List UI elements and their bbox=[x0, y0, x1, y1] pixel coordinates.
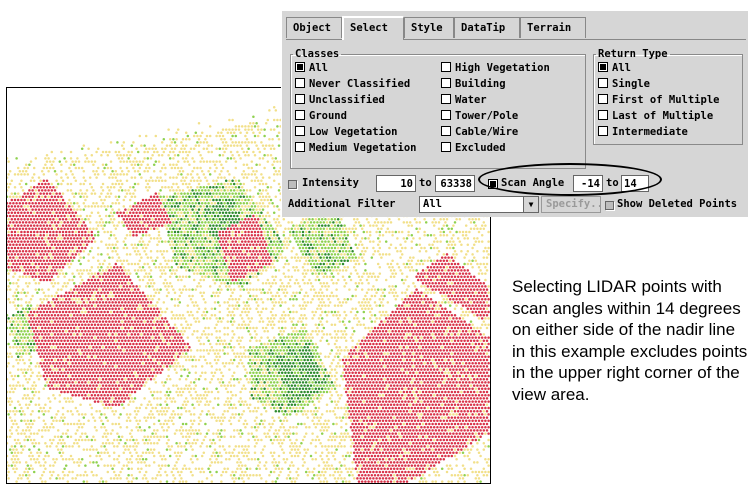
return-last-of-multiple-checkbox[interactable]: Last of Multiple bbox=[598, 110, 713, 123]
specify-button[interactable]: Specify... bbox=[541, 196, 601, 213]
checkbox-box[interactable] bbox=[598, 62, 608, 72]
class-excluded-checkbox[interactable]: Excluded bbox=[441, 142, 506, 155]
return-type-legend: Return Type bbox=[596, 48, 670, 60]
checkbox-label: Building bbox=[455, 78, 506, 90]
checkbox-box[interactable] bbox=[441, 110, 451, 120]
class-ground-checkbox[interactable]: Ground bbox=[295, 110, 347, 123]
checkbox-box[interactable] bbox=[295, 78, 305, 88]
checkbox-label: Cable/Wire bbox=[455, 126, 518, 138]
return-intermediate-checkbox[interactable]: Intermediate bbox=[598, 126, 688, 139]
class-unclassified-checkbox[interactable]: Unclassified bbox=[295, 94, 385, 107]
class-water-checkbox[interactable]: Water bbox=[441, 94, 487, 107]
intensity-toggle[interactable] bbox=[288, 180, 297, 189]
checkbox-label: Tower/Pole bbox=[455, 110, 518, 122]
checkbox-label: First of Multiple bbox=[612, 94, 719, 106]
return-single-checkbox[interactable]: Single bbox=[598, 78, 650, 91]
checkbox-label: Single bbox=[612, 78, 650, 90]
return-first-of-multiple-checkbox[interactable]: First of Multiple bbox=[598, 94, 719, 107]
class-medium-vegetation-checkbox[interactable]: Medium Vegetation bbox=[295, 142, 416, 155]
checkbox-box[interactable] bbox=[295, 126, 305, 136]
class-low-vegetation-checkbox[interactable]: Low Vegetation bbox=[295, 126, 398, 139]
checkbox-label: Ground bbox=[309, 110, 347, 122]
additional-filter-value: All bbox=[423, 197, 442, 212]
checkbox-label: High Vegetation bbox=[455, 62, 550, 74]
checkbox-box[interactable] bbox=[295, 94, 305, 104]
checkbox-label: Last of Multiple bbox=[612, 110, 713, 122]
checkbox-label: Intermediate bbox=[612, 126, 688, 138]
classes-legend: Classes bbox=[293, 48, 341, 60]
checkbox-box[interactable] bbox=[598, 126, 608, 136]
checkbox-label: All bbox=[309, 62, 328, 74]
checkbox-label: Low Vegetation bbox=[309, 126, 398, 138]
tab-style[interactable]: Style bbox=[404, 17, 454, 38]
checkbox-label: All bbox=[612, 62, 631, 74]
checkbox-label: Water bbox=[455, 94, 487, 106]
chevron-down-icon[interactable]: ▼ bbox=[523, 197, 538, 212]
intensity-to-label: to bbox=[419, 175, 432, 192]
additional-filter-label: Additional Filter bbox=[288, 196, 395, 213]
tab-select[interactable]: Select bbox=[342, 16, 404, 40]
checkbox-label: Medium Vegetation bbox=[309, 142, 416, 154]
show-deleted-label: Show Deleted Points bbox=[617, 196, 737, 213]
intensity-min-field[interactable]: 10 bbox=[376, 175, 416, 192]
class-tower-pole-checkbox[interactable]: Tower/Pole bbox=[441, 110, 518, 123]
checkbox-label: Never Classified bbox=[309, 78, 410, 90]
scan-angle-highlight-ellipse bbox=[478, 163, 662, 196]
checkbox-box[interactable] bbox=[441, 78, 451, 88]
checkbox-box[interactable] bbox=[441, 62, 451, 72]
tab-datatip[interactable]: DataTip bbox=[454, 17, 520, 38]
checkbox-label: Excluded bbox=[455, 142, 506, 154]
additional-filter-select[interactable]: All ▼ bbox=[419, 196, 539, 213]
class-high-vegetation-checkbox[interactable]: High Vegetation bbox=[441, 62, 550, 75]
checkbox-box[interactable] bbox=[295, 62, 305, 72]
checkbox-box[interactable] bbox=[441, 142, 451, 152]
checkbox-box[interactable] bbox=[441, 94, 451, 104]
class-never-classified-checkbox[interactable]: Never Classified bbox=[295, 78, 410, 91]
tab-object[interactable]: Object bbox=[286, 17, 342, 38]
checkbox-box[interactable] bbox=[598, 94, 608, 104]
checkbox-box[interactable] bbox=[598, 78, 608, 88]
checkbox-box[interactable] bbox=[295, 142, 305, 152]
tab-terrain[interactable]: Terrain bbox=[520, 17, 586, 38]
checkbox-box[interactable] bbox=[441, 126, 451, 136]
class-all-checkbox[interactable]: All bbox=[295, 62, 328, 75]
checkbox-box[interactable] bbox=[598, 110, 608, 120]
show-deleted-toggle[interactable] bbox=[605, 201, 614, 210]
class-cable-wire-checkbox[interactable]: Cable/Wire bbox=[441, 126, 518, 139]
class-building-checkbox[interactable]: Building bbox=[441, 78, 506, 91]
caption-text: Selecting LIDAR points with scan angles … bbox=[512, 276, 748, 405]
checkbox-box[interactable] bbox=[295, 110, 305, 120]
intensity-label: Intensity bbox=[302, 175, 359, 192]
return-all-checkbox[interactable]: All bbox=[598, 62, 631, 75]
intensity-max-field[interactable]: 63338 bbox=[435, 175, 475, 192]
checkbox-label: Unclassified bbox=[309, 94, 385, 106]
